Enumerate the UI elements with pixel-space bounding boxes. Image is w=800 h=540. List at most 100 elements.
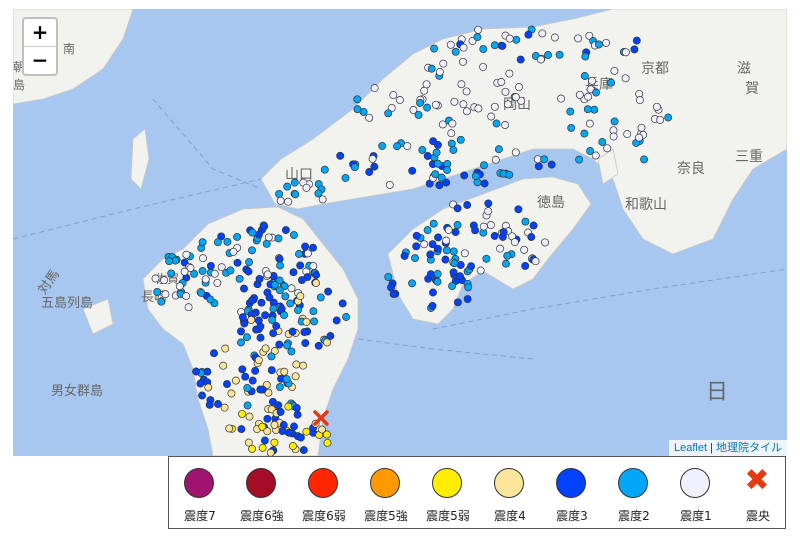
station-marker[interactable] xyxy=(505,34,514,43)
station-marker[interactable] xyxy=(309,243,317,252)
station-marker[interactable] xyxy=(453,204,462,213)
station-marker[interactable] xyxy=(243,383,252,392)
station-marker[interactable] xyxy=(623,130,632,139)
station-marker[interactable] xyxy=(464,283,473,292)
station-marker[interactable] xyxy=(353,95,362,104)
station-marker[interactable] xyxy=(497,78,506,86)
station-marker[interactable] xyxy=(237,327,245,336)
station-marker[interactable] xyxy=(204,383,213,392)
station-marker[interactable] xyxy=(219,361,228,370)
station-marker[interactable] xyxy=(284,402,293,411)
station-marker[interactable] xyxy=(516,55,525,64)
station-marker[interactable] xyxy=(431,100,440,109)
station-marker[interactable] xyxy=(496,244,505,253)
station-marker[interactable] xyxy=(503,251,512,260)
station-marker[interactable] xyxy=(505,69,514,78)
station-marker[interactable] xyxy=(322,430,331,439)
station-marker[interactable] xyxy=(536,55,545,64)
leaflet-link[interactable]: Leaflet xyxy=(674,442,707,454)
station-marker[interactable] xyxy=(245,412,254,421)
station-marker[interactable] xyxy=(296,292,305,301)
station-marker[interactable] xyxy=(459,100,468,109)
station-marker[interactable] xyxy=(251,366,260,375)
station-marker[interactable] xyxy=(575,90,584,99)
station-marker[interactable] xyxy=(450,97,459,106)
station-marker[interactable] xyxy=(574,34,582,43)
station-marker[interactable] xyxy=(268,397,277,406)
station-marker[interactable] xyxy=(291,190,300,199)
station-marker[interactable] xyxy=(263,270,272,279)
station-marker[interactable] xyxy=(265,293,274,302)
station-marker[interactable] xyxy=(580,72,589,80)
station-marker[interactable] xyxy=(588,76,596,85)
station-marker[interactable] xyxy=(350,163,359,172)
station-marker[interactable] xyxy=(235,274,244,283)
station-marker[interactable] xyxy=(336,151,345,160)
station-marker[interactable] xyxy=(238,313,247,322)
station-marker[interactable] xyxy=(248,444,257,453)
station-marker[interactable] xyxy=(433,270,442,278)
station-marker[interactable] xyxy=(400,252,409,260)
station-marker[interactable] xyxy=(463,295,472,304)
station-marker[interactable] xyxy=(505,170,514,179)
station-marker[interactable] xyxy=(289,268,298,277)
station-marker[interactable] xyxy=(292,360,301,369)
station-marker[interactable] xyxy=(456,261,465,269)
station-marker[interactable] xyxy=(275,340,284,349)
station-marker[interactable] xyxy=(301,242,310,251)
station-marker[interactable] xyxy=(501,121,510,129)
station-marker[interactable] xyxy=(267,366,276,375)
station-marker[interactable] xyxy=(432,148,441,157)
station-marker[interactable] xyxy=(473,33,482,42)
station-marker[interactable] xyxy=(182,292,191,301)
station-marker[interactable] xyxy=(430,44,439,53)
station-marker[interactable] xyxy=(541,238,549,247)
station-marker[interactable] xyxy=(521,217,530,226)
station-marker[interactable] xyxy=(276,407,285,416)
station-marker[interactable] xyxy=(490,231,499,240)
station-marker[interactable] xyxy=(462,107,471,116)
station-marker[interactable] xyxy=(453,298,462,307)
station-marker[interactable] xyxy=(412,231,421,240)
station-marker[interactable] xyxy=(457,80,466,89)
station-marker[interactable] xyxy=(275,189,284,198)
station-marker[interactable] xyxy=(652,102,661,111)
station-marker[interactable] xyxy=(290,178,299,187)
station-marker[interactable] xyxy=(422,80,431,89)
station-marker[interactable] xyxy=(408,279,417,288)
station-marker[interactable] xyxy=(494,145,503,154)
tile-source-link[interactable]: 地理院タイル xyxy=(716,442,782,454)
station-marker[interactable] xyxy=(365,113,374,122)
station-marker[interactable] xyxy=(247,315,256,324)
station-marker[interactable] xyxy=(453,221,462,229)
station-marker[interactable] xyxy=(389,91,398,100)
station-marker[interactable] xyxy=(515,83,523,92)
station-marker[interactable] xyxy=(447,129,456,138)
station-marker[interactable] xyxy=(585,119,594,128)
station-marker[interactable] xyxy=(365,168,374,176)
station-marker[interactable] xyxy=(540,155,549,164)
station-marker[interactable] xyxy=(247,296,256,305)
station-marker[interactable] xyxy=(244,267,253,276)
station-marker[interactable] xyxy=(433,159,442,168)
station-marker[interactable] xyxy=(630,45,639,54)
station-marker[interactable] xyxy=(323,438,332,447)
station-marker[interactable] xyxy=(283,182,292,191)
station-marker[interactable] xyxy=(435,68,444,76)
station-marker[interactable] xyxy=(238,409,246,418)
station-marker[interactable] xyxy=(223,380,231,389)
station-marker[interactable] xyxy=(175,282,184,291)
station-marker[interactable] xyxy=(238,365,247,374)
station-marker[interactable] xyxy=(423,152,432,160)
station-marker[interactable] xyxy=(456,135,465,144)
station-marker[interactable] xyxy=(449,268,458,277)
station-marker[interactable] xyxy=(527,233,536,241)
station-marker[interactable] xyxy=(621,74,630,83)
station-marker[interactable] xyxy=(434,233,443,242)
station-marker[interactable] xyxy=(292,403,301,412)
station-marker[interactable] xyxy=(471,172,480,181)
station-marker[interactable] xyxy=(269,304,278,313)
station-marker[interactable] xyxy=(385,180,394,189)
station-marker[interactable] xyxy=(610,66,619,75)
station-marker[interactable] xyxy=(342,313,351,321)
